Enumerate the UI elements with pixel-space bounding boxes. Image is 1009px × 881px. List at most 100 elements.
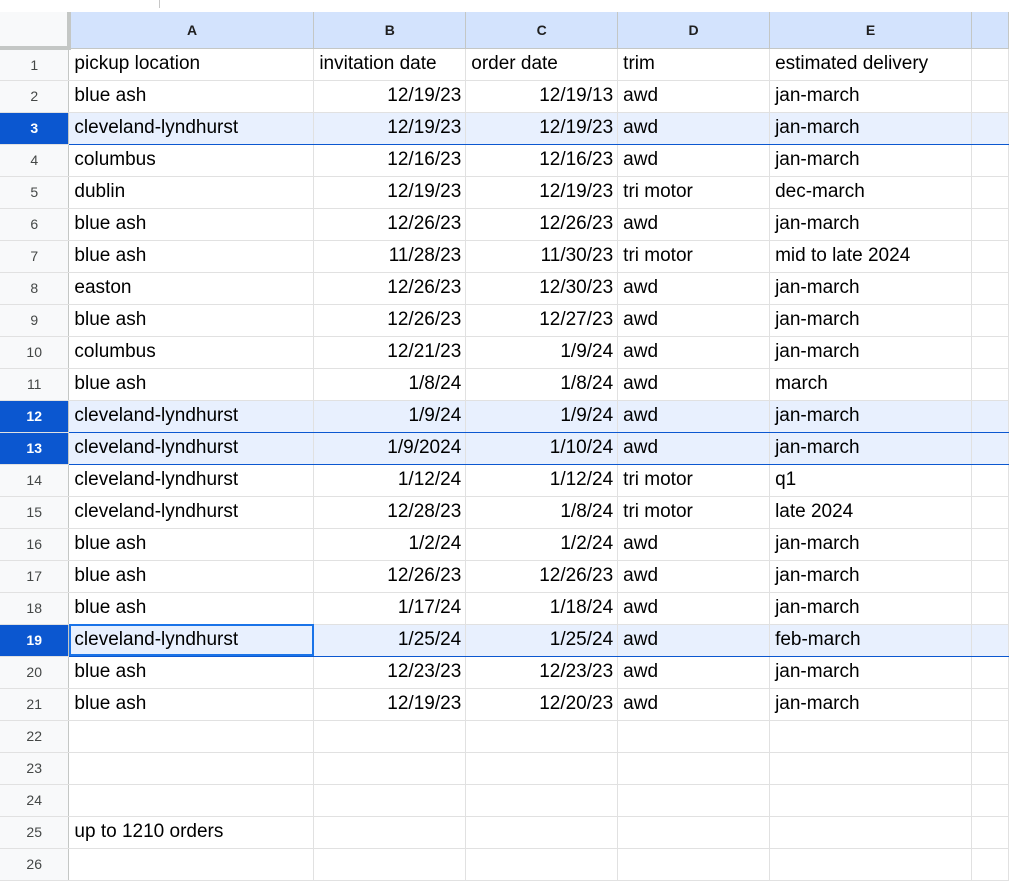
cell-b1[interactable]: invitation date (313, 48, 467, 81)
cell-f22[interactable] (971, 720, 1009, 753)
cell-e20[interactable]: jan-march (769, 656, 972, 689)
column-header-d[interactable]: D (617, 12, 771, 49)
cell-c8[interactable]: 12/30/23 (465, 272, 619, 305)
row-header[interactable]: 1 (0, 48, 70, 81)
row-header[interactable]: 2 (0, 80, 70, 113)
cell-f21[interactable] (971, 688, 1009, 721)
cell-a6[interactable]: blue ash (68, 208, 315, 241)
cell-e7[interactable]: mid to late 2024 (769, 240, 972, 273)
cell-e21[interactable]: jan-march (769, 688, 972, 721)
cell-e24[interactable] (769, 784, 972, 817)
cell-d17[interactable]: awd (617, 560, 771, 593)
cell-a16[interactable]: blue ash (68, 528, 315, 561)
row-header[interactable]: 16 (0, 528, 70, 561)
row-header[interactable]: 11 (0, 368, 70, 401)
cell-d4[interactable]: awd (617, 144, 771, 177)
cell-d1[interactable]: trim (617, 48, 771, 81)
row-header[interactable]: 18 (0, 592, 70, 625)
cell-f4[interactable] (971, 144, 1009, 177)
cell-b12[interactable]: 1/9/24 (313, 399, 467, 433)
row-header[interactable]: 24 (0, 784, 70, 817)
cell-d3[interactable]: awd (617, 111, 771, 145)
cell-c15[interactable]: 1/8/24 (465, 496, 619, 529)
cell-a10[interactable]: columbus (68, 336, 315, 369)
cell-f12[interactable] (971, 399, 1009, 433)
row-header[interactable]: 19 (0, 624, 70, 657)
cell-d12[interactable]: awd (617, 399, 771, 433)
cell-b22[interactable] (313, 720, 467, 753)
row-header[interactable]: 8 (0, 272, 70, 305)
cell-d20[interactable]: awd (617, 656, 771, 689)
row-header[interactable]: 21 (0, 688, 70, 721)
cell-e4[interactable]: jan-march (769, 144, 972, 177)
cell-b8[interactable]: 12/26/23 (313, 272, 467, 305)
cell-b17[interactable]: 12/26/23 (313, 560, 467, 593)
select-all-corner[interactable] (0, 12, 71, 50)
cell-e9[interactable]: jan-march (769, 304, 972, 337)
cell-a18[interactable]: blue ash (68, 592, 315, 625)
cell-e3[interactable]: jan-march (769, 111, 972, 145)
cell-e19[interactable]: feb-march (769, 623, 972, 657)
cell-a20[interactable]: blue ash (68, 656, 315, 689)
cell-c18[interactable]: 1/18/24 (465, 592, 619, 625)
cell-d22[interactable] (617, 720, 771, 753)
cell-b23[interactable] (313, 752, 467, 785)
cell-e6[interactable]: jan-march (769, 208, 972, 241)
row-header[interactable]: 17 (0, 560, 70, 593)
cell-c3[interactable]: 12/19/23 (465, 111, 619, 145)
cell-a15[interactable]: cleveland-lyndhurst (68, 496, 315, 529)
row-header[interactable]: 23 (0, 752, 70, 785)
cell-d10[interactable]: awd (617, 336, 771, 369)
cell-a12[interactable]: cleveland-lyndhurst (68, 399, 315, 433)
cell-a14[interactable]: cleveland-lyndhurst (68, 464, 315, 497)
cell-e14[interactable]: q1 (769, 464, 972, 497)
cell-e8[interactable]: jan-march (769, 272, 972, 305)
cell-c16[interactable]: 1/2/24 (465, 528, 619, 561)
cell-c22[interactable] (465, 720, 619, 753)
cell-a19[interactable]: cleveland-lyndhurst (68, 623, 315, 657)
cell-b4[interactable]: 12/16/23 (313, 144, 467, 177)
cell-a8[interactable]: easton (68, 272, 315, 305)
row-header[interactable]: 26 (0, 848, 70, 881)
cell-f14[interactable] (971, 464, 1009, 497)
cell-b7[interactable]: 11/28/23 (313, 240, 467, 273)
cell-b3[interactable]: 12/19/23 (313, 111, 467, 145)
cell-b26[interactable] (313, 848, 467, 881)
cell-e17[interactable]: jan-march (769, 560, 972, 593)
cell-b6[interactable]: 12/26/23 (313, 208, 467, 241)
cell-a5[interactable]: dublin (68, 176, 315, 209)
cell-e13[interactable]: jan-march (769, 431, 972, 465)
cell-b2[interactable]: 12/19/23 (313, 80, 467, 113)
row-header[interactable]: 4 (0, 144, 70, 177)
cell-d7[interactable]: tri motor (617, 240, 771, 273)
cell-a23[interactable] (68, 752, 315, 785)
cell-b15[interactable]: 12/28/23 (313, 496, 467, 529)
cell-e11[interactable]: march (769, 368, 972, 401)
cell-c5[interactable]: 12/19/23 (465, 176, 619, 209)
cell-c26[interactable] (465, 848, 619, 881)
row-header[interactable]: 9 (0, 304, 70, 337)
cell-f6[interactable] (971, 208, 1009, 241)
cell-e10[interactable]: jan-march (769, 336, 972, 369)
cell-a4[interactable]: columbus (68, 144, 315, 177)
cell-d11[interactable]: awd (617, 368, 771, 401)
cell-d23[interactable] (617, 752, 771, 785)
cell-c14[interactable]: 1/12/24 (465, 464, 619, 497)
cell-a17[interactable]: blue ash (68, 560, 315, 593)
cell-d13[interactable]: awd (617, 431, 771, 465)
cell-f24[interactable] (971, 784, 1009, 817)
cell-c10[interactable]: 1/9/24 (465, 336, 619, 369)
cell-b10[interactable]: 12/21/23 (313, 336, 467, 369)
cell-c20[interactable]: 12/23/23 (465, 656, 619, 689)
cell-c7[interactable]: 11/30/23 (465, 240, 619, 273)
cell-b21[interactable]: 12/19/23 (313, 688, 467, 721)
cell-e26[interactable] (769, 848, 972, 881)
cell-f13[interactable] (971, 431, 1009, 465)
cell-c4[interactable]: 12/16/23 (465, 144, 619, 177)
cell-f26[interactable] (971, 848, 1009, 881)
cell-c19[interactable]: 1/25/24 (465, 623, 619, 657)
cell-d18[interactable]: awd (617, 592, 771, 625)
cell-c2[interactable]: 12/19/13 (465, 80, 619, 113)
cell-a9[interactable]: blue ash (68, 304, 315, 337)
cell-f10[interactable] (971, 336, 1009, 369)
